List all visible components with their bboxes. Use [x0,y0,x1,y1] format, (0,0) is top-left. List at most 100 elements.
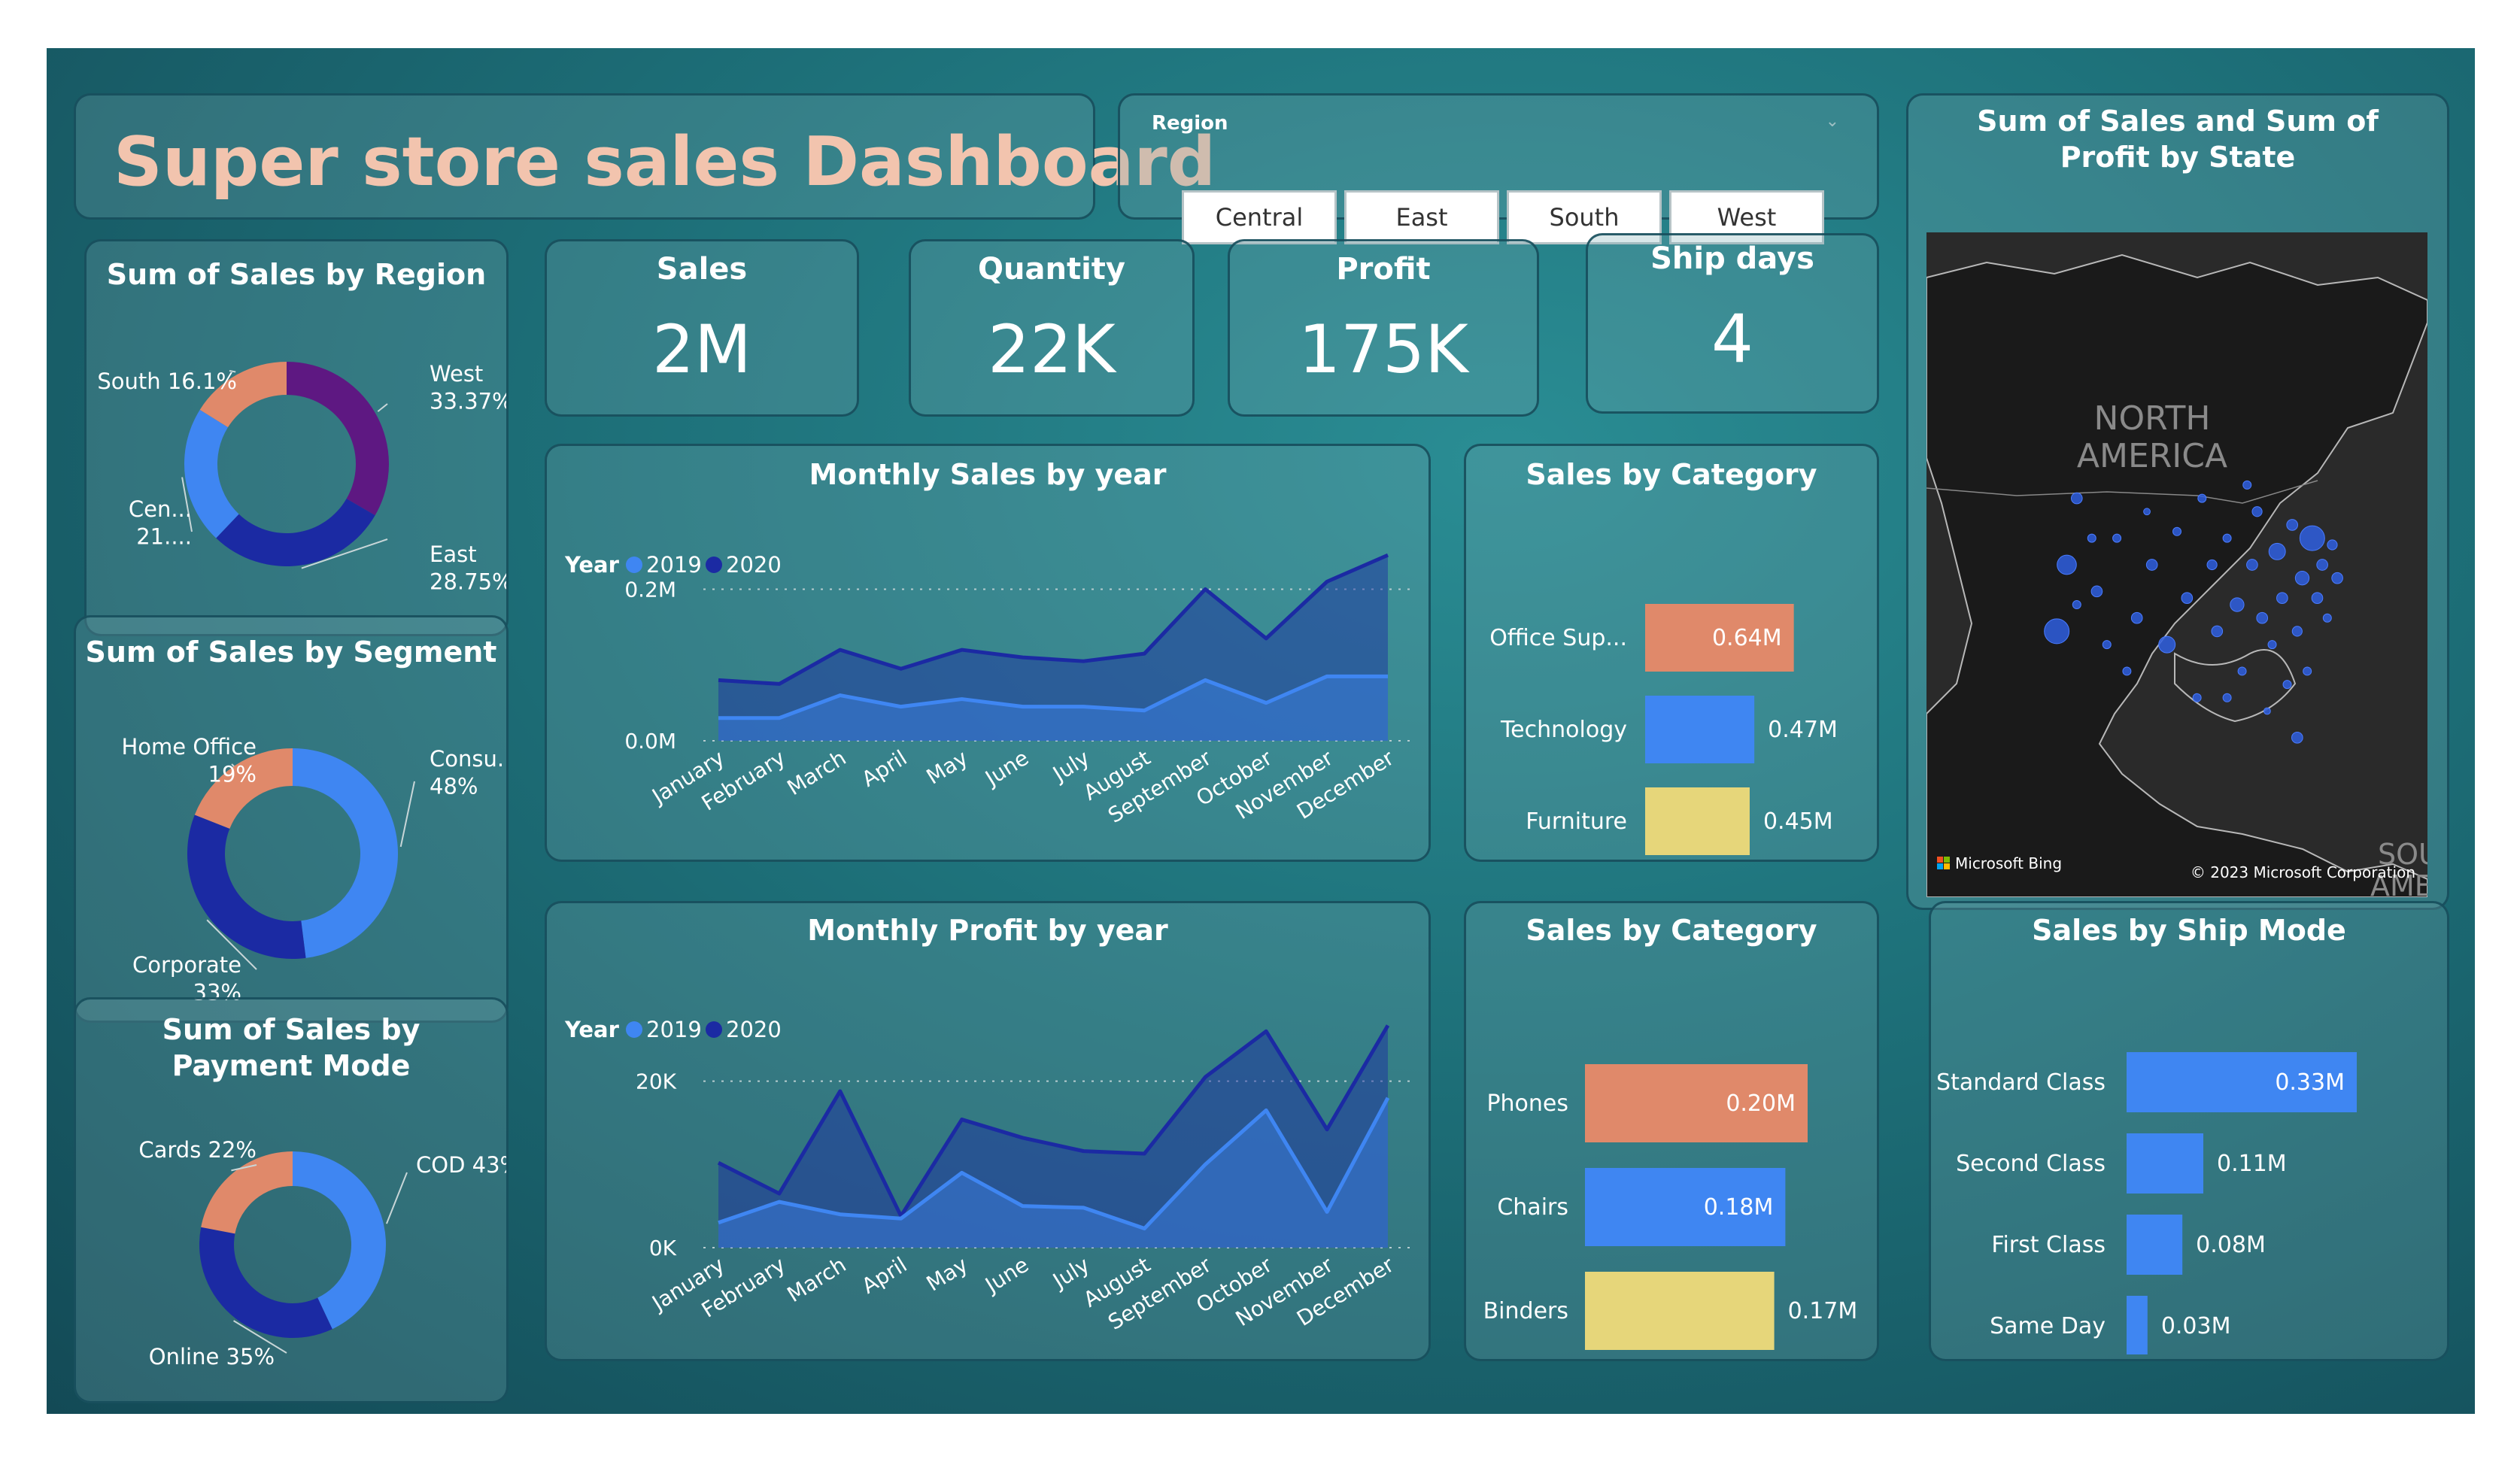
region-option-central[interactable]: Central [1182,190,1337,244]
subcategory-panel: Sales by Category Phones 0.20M Chairs 0.18M… [1464,901,1879,1361]
y-tick-label: 0K [649,1236,677,1260]
map-label-america: AMERICA [2077,437,2227,475]
y-tick-label: 0.2M [624,577,676,602]
map-visual[interactable]: NORTH AMERICA SOU AMER Microsoft Bing © … [1926,232,2427,897]
donut-label-line: 19% [208,761,257,787]
bar-value-label: 0.18M [1704,1194,1774,1221]
kpi-shipdays-card: Ship days 4 [1586,233,1879,414]
region-slicer[interactable]: Region ⌄ Central East South West [1118,93,1879,244]
map-dot [2130,611,2143,624]
kpi-profit-card: Profit 175K [1228,239,1539,417]
donut-label-line: 21.... [136,523,192,549]
donut-slice-east [216,499,375,566]
map-dot [2197,493,2207,503]
map-dot [2072,600,2081,610]
map-dot [2145,559,2158,571]
donut-slice-cards [201,1151,293,1234]
bar-category-label: Standard Class [1936,1069,2106,1096]
bar-category-label: Technology [1500,717,1627,743]
kpi-shipdays-label: Ship days [1650,241,1814,276]
map-dot [2087,533,2096,543]
bar-category-label: Phones [1486,1090,1568,1117]
map-dot [2311,592,2324,605]
kpi-quantity-value: 22K [988,311,1116,388]
bar-category-label: First Class [1991,1232,2106,1258]
map-dot [2237,666,2247,676]
map-dot [2222,693,2232,702]
bar [2127,1215,2183,1275]
x-tick-label: April [858,745,912,792]
map-dot [2251,506,2263,517]
monthly-profit-title: Monthly Profit by year [807,914,1168,947]
donut-label-line: Corporate [132,952,241,978]
bar [2127,1133,2203,1194]
map-dot [2112,533,2122,543]
bar-category-label: Furniture [1526,808,1627,835]
map-panel: Sum of Sales and Sum of Profit by State … [1906,93,2449,910]
bar-value-label: 0.11M [2217,1151,2287,1177]
map-dot [2303,666,2312,676]
map-dot [2230,597,2245,612]
payment-donut-panel: Sum of Sales by Payment Mode COD 43% Onli… [74,997,509,1403]
map-dot [2276,592,2288,605]
bar-value-label: 0.03M [2161,1313,2231,1339]
shipmode-bar-chart[interactable]: Standard Class 0.33M Second Class 0.11M Firs… [1931,963,2447,1354]
monthly-profit-chart[interactable]: Year 2019 20200K20KJanuaryFebruaryMarch Apr… [547,953,1429,1359]
shipmode-panel: Sales by Ship Mode Standard Class 0.33M Se… [1929,901,2449,1361]
donut-label-line: West [430,361,483,387]
category-bar-chart[interactable]: Office Sup... 0.64M Technology 0.47M Furnitu… [1466,506,1877,860]
payment-donut-chart[interactable]: COD 43% Online 35% Cards 22% [76,1097,506,1398]
donut-label-line: Consu... [430,746,506,772]
bar-category-label: Same Day [1990,1313,2106,1339]
subcategory-bar-chart[interactable]: Phones 0.20M Chairs 0.18M Binders 0.17M [1466,963,1877,1354]
legend-title: Year [564,1017,620,1042]
donut-label-line: East [430,541,477,567]
donut-label-line: 28.75% [430,569,506,594]
donut-label: East 28.75% [430,541,506,594]
bar-category-label: Chairs [1497,1194,1568,1221]
legend-marker-2020 [706,1021,722,1038]
bar-value-label: 0.20M [1726,1090,1796,1117]
donut-label: Online 35% [149,1344,275,1369]
kpi-sales-label: Sales [656,252,748,287]
donut-label-line: South 16.1% [97,369,237,394]
map-dot [2246,559,2258,571]
region-option-east[interactable]: East [1344,190,1499,244]
x-tick-label: March [783,1252,851,1307]
legend-title: Year [564,552,620,578]
map-title: Sum of Sales and Sum of Profit by State [1977,105,2379,174]
monthly-sales-title: Monthly Sales by year [809,458,1167,491]
region-donut-panel: Sum of Sales by Region West 33.37% East 28.… [84,239,509,636]
subcategory-title: Sales by Category [1526,914,1817,947]
region-donut-chart[interactable]: West 33.37% East 28.75% Cen... 21.... South 16… [87,306,506,629]
map-dot [2158,635,2176,654]
title-panel: Super store sales Dashboard [74,93,1216,220]
map-dot [2044,618,2070,645]
chevron-down-icon[interactable]: ⌄ [1826,112,1839,131]
map-dot [2291,732,2303,744]
category-title: Sales by Category [1526,458,1817,491]
donut-label: West 33.37% [430,361,506,414]
donut-label-line: 48% [430,773,478,799]
x-tick-label: May [922,1252,973,1297]
dashboard-title: Super store sales Dashboard [114,123,1216,202]
segment-donut-chart[interactable]: Consu...48%Corporate33%Home Office19% [76,684,506,1022]
y-tick-label: 0.0M [624,729,676,754]
legend-label-2020: 2020 [726,552,782,578]
legend-marker-2019 [626,1021,642,1038]
x-tick-label: March [783,745,851,800]
donut-label-line: Cen... [129,496,192,522]
region-slicer-label: Region [1152,112,1228,135]
map-dot [2294,571,2310,586]
legend-marker-2019 [626,557,642,573]
segment-donut-title: Sum of Sales by Segment [85,635,497,669]
donut-label: Home Office 19% [121,734,257,787]
legend-label-2020: 2020 [726,1017,782,1042]
category-panel: Sales by Category Office Sup... 0.64M Tech… [1464,444,1879,862]
donut-label: Cen... 21.... [129,496,192,549]
bar-value-label: 0.17M [1788,1298,1858,1324]
kpi-profit-label: Profit [1336,252,1431,287]
donut-leader-line [399,781,415,848]
donut-leader-line [377,403,388,412]
monthly-sales-chart[interactable]: Year 2019 20200.0M0.2MJanuaryFebruaryMarch… [547,499,1429,860]
